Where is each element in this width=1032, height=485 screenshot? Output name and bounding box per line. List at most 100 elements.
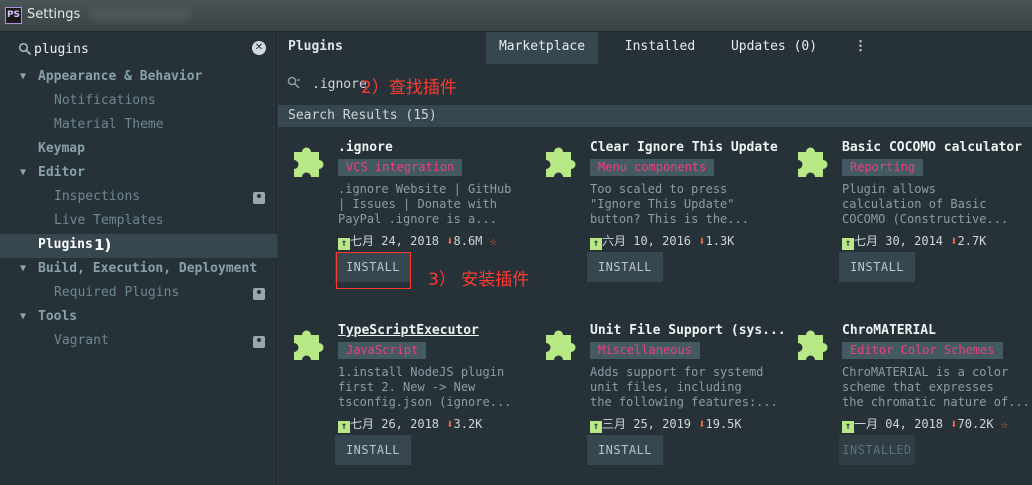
plugin-date: 六月 10, 2016 xyxy=(602,234,692,248)
plugin-downloads: 3.2K xyxy=(453,417,483,431)
plugin-description: Too scaled to press "Ignore This Update"… xyxy=(590,182,749,226)
sidebar-item-build-execution-deployment[interactable]: ▼ Build, Execution, Deployment xyxy=(0,258,277,282)
plugin-meta: ↑ 七月 30, 2014 ⬇2.7K xyxy=(842,232,987,250)
step-3-annotation: 3） 安装插件 xyxy=(428,270,530,290)
download-icon: ⬇ xyxy=(950,234,958,248)
download-icon: ⬇ xyxy=(446,234,454,248)
sidebar-item-inspections[interactable]: Inspections xyxy=(0,186,277,210)
search-results-header: Search Results (15) xyxy=(278,105,1032,127)
plugin-description: Plugin allows calculation of Basic COCOM… xyxy=(842,182,1009,226)
updated-arrow-icon: ↑ xyxy=(338,421,350,433)
download-icon: ⬇ xyxy=(446,417,454,431)
plugins-panel: Plugins Marketplace Installed Updates (0… xyxy=(278,32,1032,485)
plugin-search[interactable]: .ignore 2）查找插件 xyxy=(278,72,1032,98)
plugin-description: .ignore Website | GitHub | Issues | Dona… xyxy=(338,182,512,226)
plugin-category-tag: Reporting xyxy=(842,159,924,176)
download-icon: ⬇ xyxy=(698,417,706,431)
plugin-card[interactable]: .ignore VCS integration .ignore Website | … xyxy=(278,132,529,292)
install-button[interactable]: INSTALL xyxy=(839,252,915,282)
download-icon: ⬇ xyxy=(698,234,706,248)
plugin-puzzle-icon xyxy=(542,142,580,180)
sidebar-item-label: Required Plugins xyxy=(54,285,180,300)
plugin-card[interactable]: ChroMATERIAL Editor Color Schemes ChroMATE… xyxy=(782,315,1030,475)
blurred-project-name xyxy=(90,9,190,21)
sidebar-item-label: Build, Execution, Deployment xyxy=(38,261,258,276)
download-icon: ⬇ xyxy=(950,417,958,431)
plugin-date: 三月 25, 2019 xyxy=(602,417,692,431)
plugin-name[interactable]: TypeScriptExecutor xyxy=(338,323,479,338)
plugin-name[interactable]: Clear Ignore This Update xyxy=(590,140,778,155)
sidebar-item-appearance-behavior[interactable]: ▼ Appearance & Behavior xyxy=(0,66,277,90)
plugin-date: 七月 24, 2018 xyxy=(350,234,440,248)
plugin-downloads: 19.5K xyxy=(705,417,742,431)
updated-arrow-icon: ↑ xyxy=(842,238,854,250)
install-button[interactable]: INSTALL xyxy=(335,435,411,465)
step-2-annotation: 2）查找插件 xyxy=(361,78,457,98)
settings-search: ✕ xyxy=(10,37,272,61)
expand-arrow-icon[interactable]: ▼ xyxy=(20,66,26,88)
updated-arrow-icon: ↑ xyxy=(338,238,350,250)
sidebar-item-live-templates[interactable]: Live Templates xyxy=(0,210,277,234)
plugin-name[interactable]: Basic COCOMO calculator xyxy=(842,140,1022,155)
plugin-downloads: 1.3K xyxy=(705,234,735,248)
plugin-puzzle-icon xyxy=(794,142,832,180)
install-button[interactable]: INSTALL xyxy=(587,435,663,465)
plugin-meta: ↑ 六月 10, 2016 ⬇1.3K xyxy=(590,232,735,250)
sidebar-item-label: Vagrant xyxy=(54,333,109,348)
plugin-card[interactable]: TypeScriptExecutor JavaScript 1.install No… xyxy=(278,315,518,475)
plugin-name[interactable]: .ignore xyxy=(338,140,393,155)
plugin-name[interactable]: Unit File Support (sys... xyxy=(590,323,786,338)
clear-search-icon[interactable]: ✕ xyxy=(252,41,266,55)
star-icon: ☆ xyxy=(1000,417,1009,431)
page-title: Plugins xyxy=(288,39,343,54)
sidebar-item-editor[interactable]: ▼ Editor xyxy=(0,162,277,186)
plugin-card[interactable]: Unit File Support (sys... Miscellaneous Ad… xyxy=(530,315,786,475)
plugin-description: ChroMATERIAL is a color scheme that expr… xyxy=(842,365,1030,409)
plugin-downloads: 8.6M xyxy=(453,234,483,248)
plugin-category-tag: Miscellaneous xyxy=(590,342,700,359)
sidebar-item-plugins[interactable]: Plugins 1) xyxy=(0,234,277,258)
plugin-search-value[interactable]: .ignore xyxy=(312,77,367,92)
plugin-name[interactable]: ChroMATERIAL xyxy=(842,323,936,338)
expand-arrow-icon[interactable]: ▼ xyxy=(20,306,26,328)
sidebar-item-label: Editor xyxy=(38,165,85,180)
tab-installed[interactable]: Installed xyxy=(608,32,712,64)
plugin-category-tag: Menu components xyxy=(590,159,715,176)
plugin-puzzle-icon xyxy=(290,325,328,363)
installed-button: INSTALLED xyxy=(839,435,915,465)
plugins-topbar: Plugins Marketplace Installed Updates (0… xyxy=(278,32,1032,64)
tab-marketplace[interactable]: Marketplace xyxy=(486,32,598,64)
plugin-card[interactable]: Basic COCOMO calculator Reporting Plugin a… xyxy=(782,132,1022,292)
sidebar-item-keymap[interactable]: Keymap xyxy=(0,138,277,162)
project-level-icon xyxy=(253,192,265,204)
step-1-annotation: 1) xyxy=(94,236,112,254)
project-level-icon xyxy=(253,288,265,300)
more-options-icon[interactable]: ⋮ xyxy=(854,39,867,54)
expand-arrow-icon[interactable]: ▼ xyxy=(20,162,26,184)
tab-updates[interactable]: Updates (0) xyxy=(724,32,824,64)
plugin-downloads: 2.7K xyxy=(957,234,987,248)
settings-search-input[interactable] xyxy=(34,39,234,59)
updated-arrow-icon: ↑ xyxy=(842,421,854,433)
plugin-card[interactable]: Clear Ignore This Update Menu components T… xyxy=(530,132,778,292)
star-icon: ☆ xyxy=(489,234,497,248)
window-title: Settings xyxy=(27,7,81,22)
plugin-meta: ↑ 七月 26, 2018 ⬇3.2K xyxy=(338,415,483,433)
install-button[interactable]: INSTALL xyxy=(587,252,663,282)
sidebar-item-label: Material Theme xyxy=(54,117,164,132)
plugin-description: Adds support for systemd unit files, inc… xyxy=(590,365,778,409)
sidebar-item-vagrant[interactable]: Vagrant xyxy=(0,330,277,354)
sidebar-item-notifications[interactable]: Notifications xyxy=(0,90,277,114)
search-icon xyxy=(18,42,32,56)
install-highlight-box xyxy=(336,252,411,289)
sidebar-item-label: Tools xyxy=(38,309,78,324)
expand-arrow-icon[interactable]: ▼ xyxy=(20,258,26,280)
sidebar-item-label: Appearance & Behavior xyxy=(38,69,203,84)
sidebar-item-tools[interactable]: ▼ Tools xyxy=(0,306,277,330)
sidebar-item-required-plugins[interactable]: Required Plugins xyxy=(0,282,277,306)
search-icon xyxy=(287,76,301,93)
plugin-downloads: 70.2K xyxy=(957,417,994,431)
sidebar-item-material-theme[interactable]: Material Theme xyxy=(0,114,277,138)
plugin-date: 一月 04, 2018 xyxy=(854,417,944,431)
settings-tree: ▼ Appearance & Behavior Notifications Mater… xyxy=(0,66,277,354)
